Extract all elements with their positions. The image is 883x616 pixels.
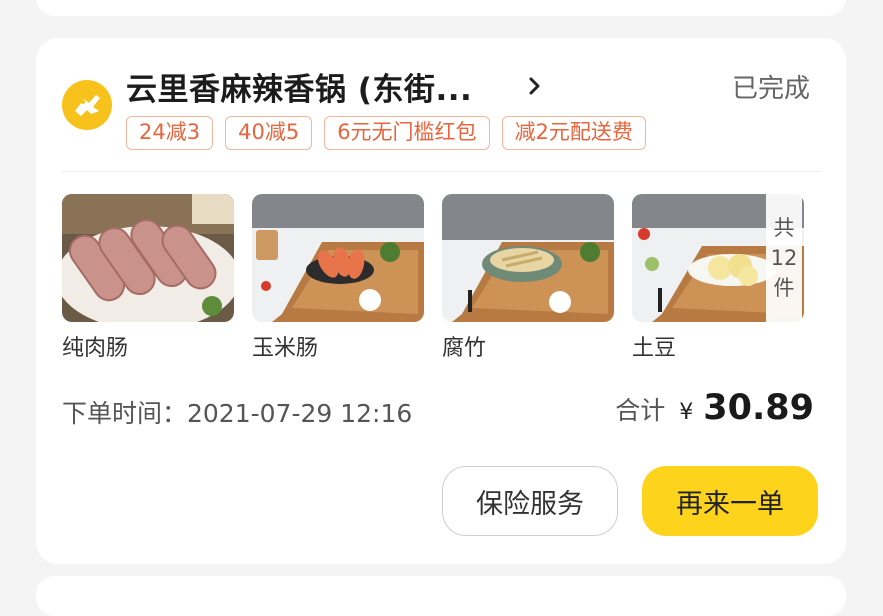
promo-tag: 减2元配送费 — [501, 116, 646, 150]
product-image[interactable] — [62, 194, 234, 322]
product-name: 腐竹 — [442, 336, 487, 361]
item-count-prefix: 共 — [773, 216, 795, 240]
chevron-right-icon[interactable] — [528, 76, 542, 96]
total-label: 合计 — [615, 396, 666, 425]
currency-symbol: ¥ — [679, 400, 694, 425]
item-count[interactable]: 共 12 件 — [766, 194, 802, 322]
product-name: 土豆 — [632, 336, 677, 361]
order-total: 合计 ¥ 30.89 — [615, 388, 814, 428]
product-name: 玉米肠 — [252, 336, 319, 361]
item-count-number: 12 — [770, 246, 798, 270]
product-image[interactable] — [252, 194, 424, 322]
promo-tag: 24减3 — [126, 116, 214, 150]
product-item[interactable]: 玉米肠 — [252, 194, 424, 362]
promo-tags: 24减3 40减5 6元无门槛红包 减2元配送费 — [126, 116, 646, 150]
insurance-service-button[interactable]: 保险服务 — [442, 466, 618, 536]
reorder-button[interactable]: 再来一单 — [642, 466, 818, 536]
total-amount: 30.89 — [703, 388, 814, 428]
promo-tag: 6元无门槛红包 — [324, 116, 490, 150]
order-status: 已完成 — [731, 74, 810, 104]
product-name: 纯肉肠 — [62, 336, 129, 361]
product-list[interactable]: 纯肉肠 玉米肠 腐竹 土豆 — [62, 194, 804, 364]
previous-order-card — [36, 0, 846, 16]
product-item[interactable]: 纯肉肠 — [62, 194, 234, 362]
store-logo-icon[interactable] — [62, 80, 112, 130]
promo-tag: 40减5 — [225, 116, 313, 150]
next-order-card — [36, 576, 846, 616]
product-image[interactable] — [442, 194, 614, 322]
divider — [62, 171, 820, 172]
item-count-unit: 件 — [773, 276, 795, 300]
order-card[interactable]: 云里香麻辣香锅 (东街... 已完成 24减3 40减5 6元无门槛红包 减2元… — [36, 38, 846, 564]
order-time: 下单时间：2021-07-29 12:16 — [62, 399, 413, 428]
product-item[interactable]: 腐竹 — [442, 194, 614, 362]
store-name[interactable]: 云里香麻辣香锅 (东街... — [126, 64, 472, 109]
